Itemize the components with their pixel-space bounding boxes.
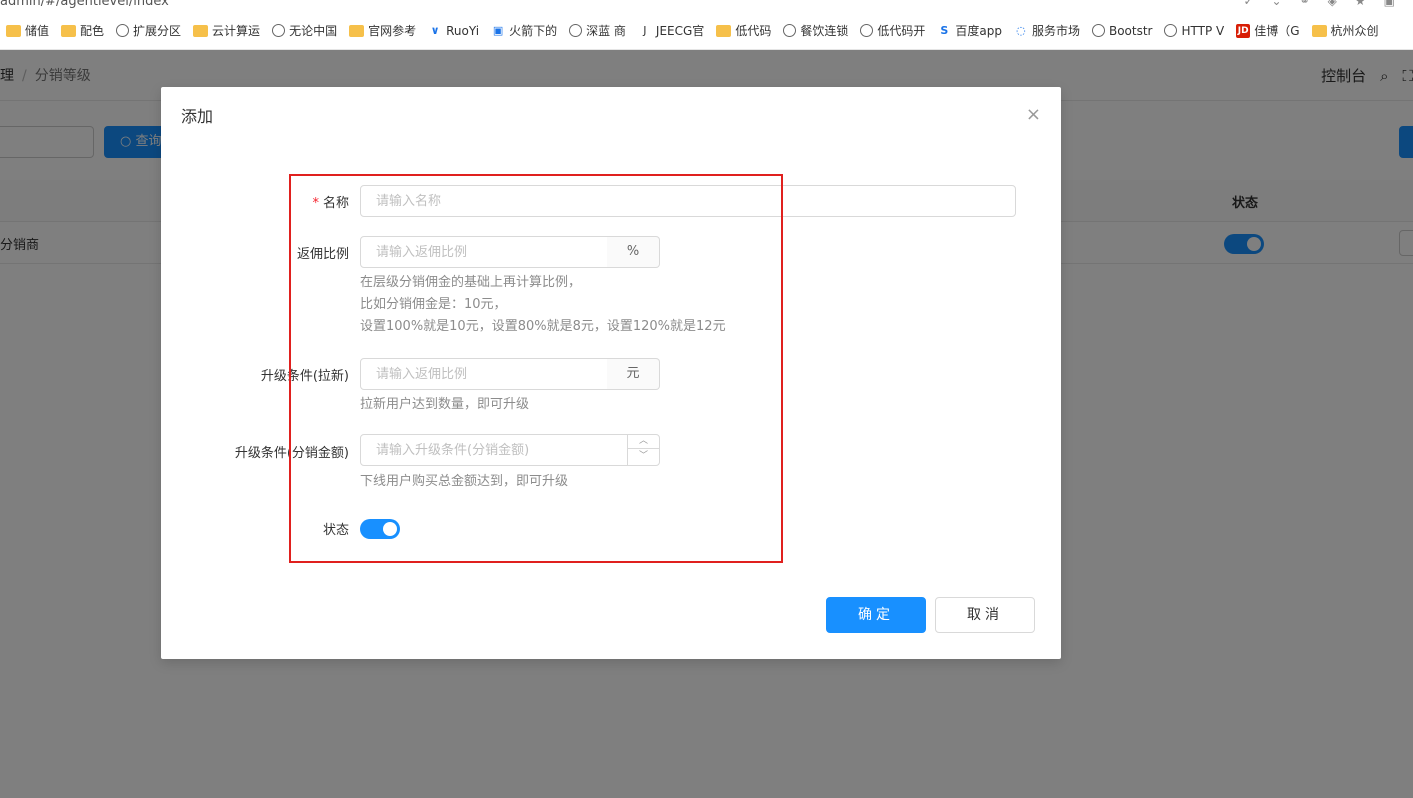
bookmark-item[interactable]: Bootstr bbox=[1086, 12, 1159, 49]
bookmark-item[interactable]: J JEECG官 bbox=[632, 12, 710, 49]
bookmark-label: Bootstr bbox=[1108, 23, 1153, 38]
upgrade-invite-help: 拉新用户达到数量，即可升级 bbox=[360, 397, 530, 412]
rebate-label: 返佣比例 bbox=[296, 247, 349, 262]
bookmark-item[interactable]: 云计算运 bbox=[187, 12, 266, 49]
close-icon[interactable]: × bbox=[1026, 105, 1041, 125]
yuan-addon: 元 bbox=[607, 358, 660, 390]
chevron-down-icon[interactable]: ﹀ bbox=[628, 449, 659, 464]
bookmark-label: 无论中国 bbox=[289, 24, 338, 38]
cancel-button[interactable]: 取消 bbox=[935, 597, 1035, 633]
folder-icon bbox=[716, 24, 732, 37]
bookmark-item[interactable]: ▣ 火箭下的 bbox=[485, 12, 563, 49]
address-bar[interactable]: admin/#/agentlevel/index ✓⌄⚭◈★▣ bbox=[0, 0, 1413, 12]
bookmark-item[interactable]: 低代码开 bbox=[854, 12, 931, 49]
bookmark-label: 服务市场 bbox=[1031, 24, 1080, 38]
name-input[interactable] bbox=[360, 185, 1016, 217]
bookmark-item[interactable]: HTTP V bbox=[1158, 12, 1230, 49]
folder-icon bbox=[6, 24, 21, 37]
upgrade-amount-label: 升级条件(分销金额) bbox=[234, 446, 349, 461]
folder-icon bbox=[193, 24, 209, 37]
bookmark-item[interactable]: 杭州众创 bbox=[1306, 12, 1385, 49]
bookmark-label: 扩展分区 bbox=[133, 24, 182, 38]
add-dialog: 添加 × *名称 返佣比例 % 在层级分销佣金的基础上再计算比例， 比如分销佣金… bbox=[161, 87, 1061, 659]
bookmark-label: HTTP V bbox=[1181, 23, 1225, 38]
baidu-icon: S bbox=[940, 23, 949, 37]
upgrade-invite-input[interactable] bbox=[360, 358, 608, 390]
status-label: 状态 bbox=[322, 523, 349, 538]
bookmark-label: 百度app bbox=[955, 24, 1002, 38]
bookmark-item[interactable]: 低代码 bbox=[710, 12, 777, 49]
bookmark-label: 深蓝 商 bbox=[586, 24, 626, 38]
globe-icon bbox=[1164, 24, 1178, 37]
bookmark-label: 云计算运 bbox=[212, 24, 261, 38]
bookmark-label: 储值 bbox=[25, 24, 50, 38]
bookmark-item[interactable]: ∨ RuoYi bbox=[422, 12, 485, 49]
bookmark-item[interactable]: 餐饮连锁 bbox=[777, 12, 854, 49]
folder-icon bbox=[1311, 24, 1327, 37]
rebate-input[interactable] bbox=[360, 236, 608, 268]
rebate-help-line: 在层级分销佣金的基础上再计算比例， bbox=[360, 275, 582, 290]
quantity-stepper: ︿ ﹀ bbox=[627, 434, 659, 466]
bookmark-item[interactable]: 配色 bbox=[55, 12, 110, 49]
j-icon: J bbox=[643, 23, 647, 37]
globe-icon bbox=[860, 24, 874, 37]
jd-icon: JD bbox=[1236, 23, 1251, 38]
url-text: admin/#/agentlevel/index bbox=[0, 0, 169, 9]
bookmarks-bar: 储值 配色 扩展分区 云计算运 无论中国 官网参考 ∨ RuoYi ▣ 火箭下的 深蓝 商 J JEEC… bbox=[0, 12, 1413, 50]
upgrade-invite-label: 升级条件(拉新) bbox=[260, 369, 349, 384]
rebate-help-line: 比如分销佣金是：10元， bbox=[360, 297, 507, 312]
chevron-up-icon[interactable]: ︿ bbox=[628, 434, 659, 449]
bookmark-item[interactable]: ◌ 服务市场 bbox=[1008, 12, 1086, 49]
bookmark-item[interactable]: JD 佳博（G bbox=[1230, 12, 1305, 49]
bookmark-item[interactable]: 无论中国 bbox=[266, 12, 343, 49]
name-label: * 名称 bbox=[161, 192, 349, 211]
bookmark-label: 杭州众创 bbox=[1330, 24, 1379, 38]
percent-addon: % bbox=[607, 236, 660, 268]
bookmark-label: RuoYi bbox=[446, 23, 480, 38]
browser-toolbar-icons: ✓⌄⚭◈★▣ bbox=[1243, 0, 1413, 8]
bookmark-label: 火箭下的 bbox=[509, 24, 558, 38]
bookmark-item[interactable]: 深蓝 商 bbox=[563, 12, 632, 49]
upgrade-amount-help: 下线用户购买总金额达到，即可升级 bbox=[360, 474, 569, 489]
bookmark-label: 餐饮连锁 bbox=[800, 24, 849, 38]
rebate-help: 在层级分销佣金的基础上再计算比例， 比如分销佣金是：10元， 设置100%就是1… bbox=[360, 272, 726, 338]
bilibili-icon: ▣ bbox=[492, 23, 504, 37]
required-mark: * bbox=[312, 196, 319, 211]
bookmark-item[interactable]: 官网参考 bbox=[343, 12, 422, 49]
bookmark-label: 低代码 bbox=[735, 24, 772, 38]
confirm-button[interactable]: 确定 bbox=[826, 597, 926, 633]
folder-icon bbox=[349, 24, 365, 37]
vue-icon: ∨ bbox=[430, 23, 440, 37]
service-icon: ◌ bbox=[1016, 23, 1026, 37]
globe-icon bbox=[783, 24, 797, 37]
folder-icon bbox=[61, 24, 77, 37]
globe-icon bbox=[116, 24, 130, 37]
bookmark-label: 官网参考 bbox=[368, 24, 417, 38]
bookmark-label: 配色 bbox=[80, 24, 105, 38]
globe-icon bbox=[569, 24, 583, 37]
switch-knob bbox=[383, 522, 397, 536]
globe-icon bbox=[272, 24, 286, 37]
upgrade-amount-input[interactable] bbox=[360, 434, 660, 466]
name-label-text: 名称 bbox=[322, 196, 349, 211]
bookmark-item[interactable]: 扩展分区 bbox=[110, 12, 187, 49]
bookmark-label: 佳博（G bbox=[1254, 24, 1300, 38]
bookmark-label: 低代码开 bbox=[877, 24, 926, 38]
bookmark-item[interactable]: 储值 bbox=[0, 12, 55, 49]
dialog-title: 添加 bbox=[181, 107, 214, 126]
rebate-help-line: 设置100%就是10元，设置80%就是8元，设置120%就是12元 bbox=[360, 319, 726, 334]
bookmark-item[interactable]: S 百度app bbox=[931, 12, 1008, 49]
globe-icon bbox=[1091, 24, 1105, 37]
status-switch[interactable] bbox=[360, 519, 400, 539]
bookmark-label: JEECG官 bbox=[655, 24, 705, 38]
